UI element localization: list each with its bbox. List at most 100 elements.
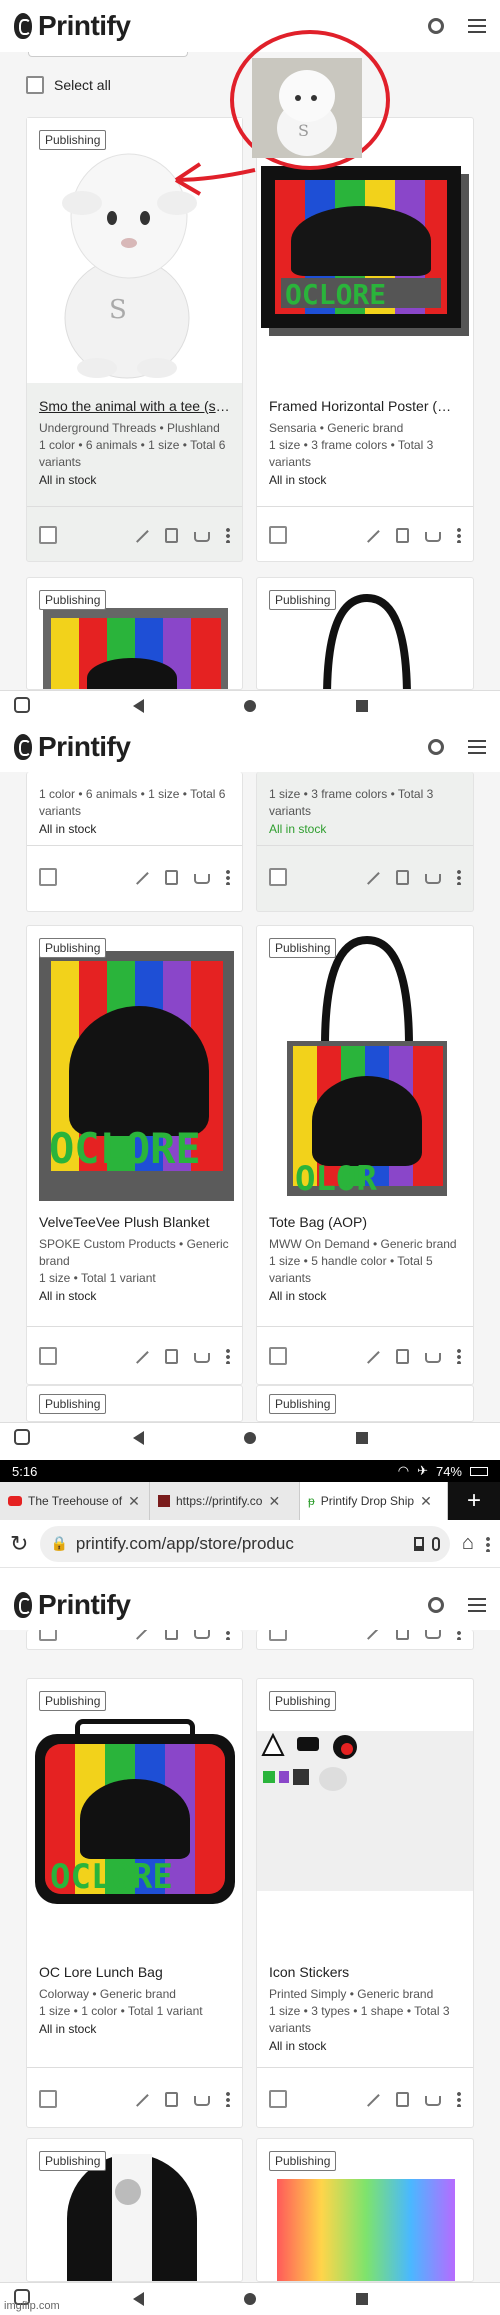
product-card-tail[interactable] <box>26 1630 243 1650</box>
edit-icon[interactable] <box>133 527 149 543</box>
product-title[interactable]: OC Lore Lunch Bag <box>39 1964 230 1980</box>
product-card-lunch-bag[interactable]: OCLORE Publishing OC Lore Lunch Bag Colo… <box>26 1678 243 2128</box>
home-icon[interactable] <box>243 1431 256 1444</box>
product-card-plush-tail[interactable]: 1 color • 6 animals • 1 size • Total 6 v… <box>26 772 243 912</box>
more-options-icon[interactable] <box>226 1630 230 1640</box>
app-logo[interactable]: Printify <box>38 1589 131 1621</box>
order-basket-icon[interactable] <box>425 532 441 542</box>
home-icon[interactable] <box>243 699 256 712</box>
product-checkbox[interactable] <box>39 868 57 886</box>
product-title[interactable]: VelveTeeVee Plush Blanket <box>39 1214 230 1230</box>
browser-tab[interactable]: The Treehouse of ✕ <box>0 1482 150 1520</box>
product-title[interactable]: Framed Horizontal Poster (ma... <box>269 398 461 414</box>
settings-gear-icon[interactable] <box>428 18 444 34</box>
duplicate-icon[interactable] <box>396 1348 409 1364</box>
recents-icon[interactable] <box>355 1431 368 1444</box>
product-card-stickers[interactable]: Publishing Icon Stickers Printed Simply … <box>256 1678 474 2128</box>
product-image-lunch-bag[interactable]: OCLORE <box>35 1719 235 1909</box>
recents-icon[interactable] <box>355 2293 368 2305</box>
more-options-icon[interactable] <box>457 869 461 885</box>
product-checkbox[interactable] <box>269 1630 287 1641</box>
product-checkbox[interactable] <box>269 1347 287 1365</box>
back-icon[interactable] <box>132 1430 144 1445</box>
product-card-partial[interactable]: Publishing <box>256 2138 474 2282</box>
product-card-poster[interactable]: OCLORE Framed Horizontal Poster (ma... S… <box>256 117 474 562</box>
edit-icon[interactable] <box>133 2091 149 2107</box>
duplicate-icon[interactable] <box>396 869 409 885</box>
edit-icon[interactable] <box>364 1348 380 1364</box>
product-card-blanket[interactable]: OCLORE Publishing VelveTeeVee Plush Blan… <box>26 925 243 1385</box>
duplicate-icon[interactable] <box>165 869 178 885</box>
select-all-checkbox[interactable] <box>26 76 44 94</box>
url-bar[interactable]: 🔒 printify.com/app/store/produc <box>40 1525 450 1562</box>
more-options-icon[interactable] <box>457 527 461 543</box>
order-basket-icon[interactable] <box>425 874 441 884</box>
new-tab-button[interactable]: + <box>448 1482 500 1520</box>
back-icon[interactable] <box>132 2292 144 2306</box>
app-logo[interactable]: Printify <box>38 10 131 42</box>
menu-icon[interactable] <box>468 1598 486 1612</box>
product-image-tote[interactable]: OLOR <box>287 936 447 1201</box>
order-basket-icon[interactable] <box>194 532 210 542</box>
order-basket-icon[interactable] <box>425 1630 441 1639</box>
bookmark-icon[interactable] <box>413 1536 424 1551</box>
product-image-poster[interactable]: OCLORE <box>261 166 471 336</box>
product-card-tote[interactable]: OLOR Publishing Tote Bag (AOP) MWW On De… <box>256 925 474 1385</box>
product-image-stickers[interactable] <box>257 1731 473 1891</box>
duplicate-icon[interactable] <box>396 527 409 543</box>
settings-gear-icon[interactable] <box>428 1597 444 1613</box>
browser-tab-active[interactable]: ᵽ Printify Drop Ship ✕ <box>300 1482 448 1520</box>
product-title[interactable]: Tote Bag (AOP) <box>269 1214 461 1230</box>
browser-tab[interactable]: https://printify.co ✕ <box>150 1482 300 1520</box>
select-all-row[interactable]: Select all <box>26 76 111 94</box>
product-title[interactable]: Icon Stickers <box>269 1964 461 1980</box>
edit-icon[interactable] <box>133 1630 149 1640</box>
product-card-partial[interactable]: Publishing <box>26 2138 243 2282</box>
recents-icon[interactable] <box>355 699 368 712</box>
close-tab-icon[interactable]: ✕ <box>128 1493 140 1510</box>
order-basket-icon[interactable] <box>194 1630 210 1639</box>
product-checkbox[interactable] <box>269 526 287 544</box>
more-options-icon[interactable] <box>457 1348 461 1364</box>
more-options-icon[interactable] <box>226 2091 230 2107</box>
edit-icon[interactable] <box>364 1630 380 1640</box>
screenshot-icon[interactable] <box>14 697 30 713</box>
product-card-partial[interactable]: Publishing <box>256 1385 474 1422</box>
more-options-icon[interactable] <box>226 1348 230 1364</box>
duplicate-icon[interactable] <box>396 2091 409 2107</box>
product-checkbox[interactable] <box>269 2090 287 2108</box>
app-logo[interactable]: Printify <box>38 731 131 763</box>
product-checkbox[interactable] <box>39 1630 57 1641</box>
product-title[interactable]: Smo the animal with a tee (sp... <box>39 398 230 414</box>
product-checkbox[interactable] <box>269 868 287 886</box>
product-checkbox[interactable] <box>39 526 57 544</box>
edit-icon[interactable] <box>364 869 380 885</box>
product-image-blanket[interactable]: OCLORE <box>39 951 234 1201</box>
more-options-icon[interactable] <box>457 2091 461 2107</box>
screenshot-icon[interactable] <box>14 1429 30 1445</box>
product-card-poster-tail[interactable]: 1 size • 3 frame colors • Total 3 varian… <box>256 772 474 912</box>
browser-menu-icon[interactable] <box>486 1535 490 1552</box>
reload-icon[interactable]: ↻ <box>10 1531 28 1557</box>
close-tab-icon[interactable]: ✕ <box>268 1493 280 1510</box>
microphone-icon[interactable] <box>431 1536 440 1551</box>
edit-icon[interactable] <box>364 2091 380 2107</box>
home-icon[interactable] <box>243 2293 256 2305</box>
order-basket-icon[interactable] <box>425 1353 441 1363</box>
product-checkbox[interactable] <box>39 2090 57 2108</box>
filter-dropdown[interactable] <box>28 52 188 57</box>
duplicate-icon[interactable] <box>165 1348 178 1364</box>
settings-gear-icon[interactable] <box>428 739 444 755</box>
more-options-icon[interactable] <box>457 1630 461 1640</box>
edit-icon[interactable] <box>364 527 380 543</box>
order-basket-icon[interactable] <box>194 2096 210 2106</box>
duplicate-icon[interactable] <box>165 527 178 543</box>
order-basket-icon[interactable] <box>425 2096 441 2106</box>
order-basket-icon[interactable] <box>194 1353 210 1363</box>
product-card-partial[interactable]: Publishing <box>26 577 243 690</box>
duplicate-icon[interactable] <box>396 1630 409 1640</box>
duplicate-icon[interactable] <box>165 2091 178 2107</box>
edit-icon[interactable] <box>133 869 149 885</box>
edit-icon[interactable] <box>133 1348 149 1364</box>
more-options-icon[interactable] <box>226 869 230 885</box>
